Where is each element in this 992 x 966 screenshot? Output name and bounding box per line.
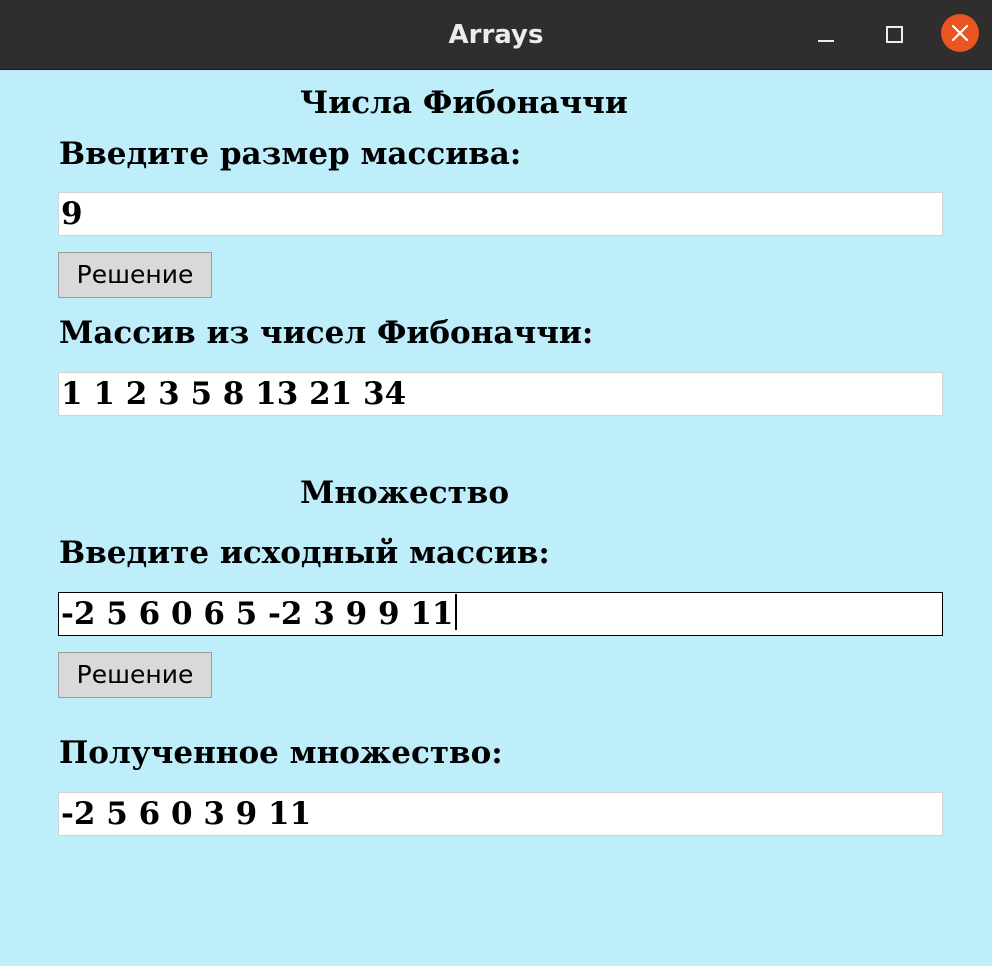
array-size-label: Введите размер массива: bbox=[59, 136, 522, 172]
set-title: Множество bbox=[300, 475, 510, 511]
minimize-button[interactable] bbox=[806, 14, 846, 54]
title-bar: Arrays bbox=[0, 0, 992, 70]
fibonacci-result-label: Массив из чисел Фибоначчи: bbox=[59, 315, 594, 351]
set-result-field[interactable]: -2 5 6 0 3 9 11 bbox=[58, 792, 943, 836]
close-icon bbox=[951, 24, 969, 42]
source-array-label: Введите исходный массив: bbox=[59, 535, 550, 571]
set-result-label: Полученное множество: bbox=[59, 735, 503, 771]
fibonacci-title: Числа Фибоначчи bbox=[300, 85, 628, 121]
minimize-icon bbox=[818, 40, 834, 42]
fibonacci-solve-button[interactable]: Решение bbox=[58, 252, 212, 298]
source-array-value: -2 5 6 0 6 5 -2 3 9 9 11 bbox=[61, 596, 454, 632]
close-button[interactable] bbox=[941, 14, 979, 52]
text-caret bbox=[454, 594, 457, 630]
maximize-icon bbox=[885, 25, 903, 43]
array-size-input[interactable]: 9 bbox=[58, 192, 943, 236]
maximize-button[interactable] bbox=[874, 14, 914, 54]
source-array-input[interactable]: -2 5 6 0 6 5 -2 3 9 9 11 bbox=[58, 592, 943, 636]
set-solve-button[interactable]: Решение bbox=[58, 652, 212, 698]
fibonacci-result-field[interactable]: 1 1 2 3 5 8 13 21 34 bbox=[58, 372, 943, 416]
